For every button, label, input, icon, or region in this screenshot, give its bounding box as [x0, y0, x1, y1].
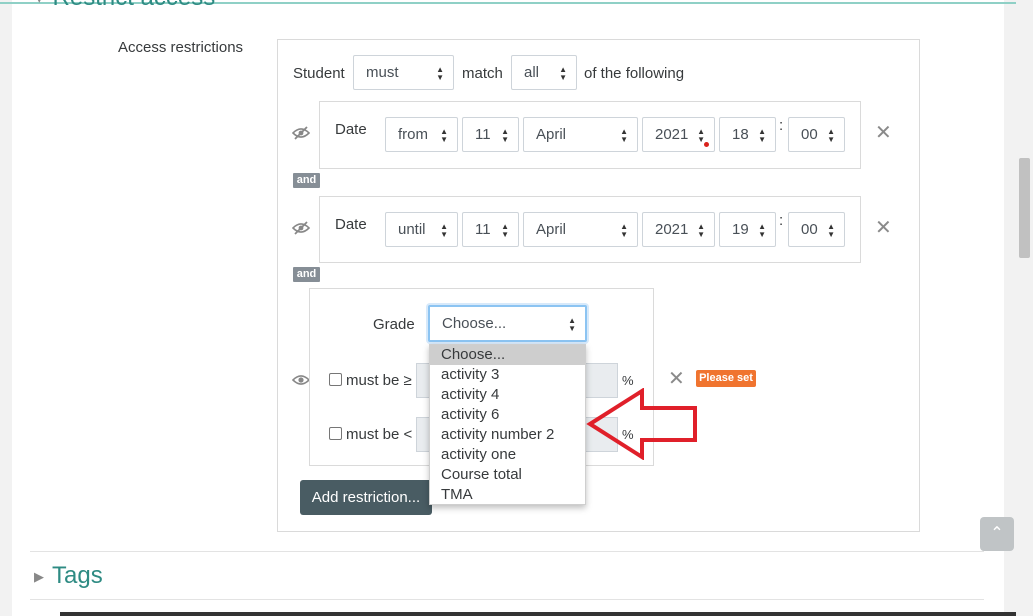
percent-label: %	[622, 373, 634, 388]
condition-type-label: Date	[335, 216, 367, 233]
max-grade-label: must be <	[346, 426, 413, 443]
warning-badge: Please set	[696, 370, 756, 387]
select-value: 18	[732, 126, 749, 143]
date-direction-select[interactable]: from ▲ ▼	[385, 117, 458, 152]
dropdown-option[interactable]: TMA	[430, 485, 585, 505]
match-select[interactable]: all ▲ ▼	[511, 55, 577, 90]
dropdown-option[interactable]: activity one	[430, 445, 585, 465]
min-grade-checkbox[interactable]	[329, 373, 342, 386]
sort-icon: ▲ ▼	[620, 222, 628, 239]
condition-type-label: Date	[335, 121, 367, 138]
divider	[30, 551, 984, 552]
grade-dropdown-list: Choose... activity 3 activity 4 activity…	[429, 344, 586, 505]
sort-icon: ▲ ▼	[697, 127, 705, 144]
select-value: 11	[475, 126, 491, 143]
dropdown-option[interactable]: Choose...	[430, 345, 585, 365]
day-select[interactable]: 11 ▲ ▼	[462, 212, 519, 247]
year-select[interactable]: 2021 ▲ ▼	[642, 212, 715, 247]
select-value: Choose...	[442, 315, 507, 332]
sort-icon: ▲ ▼	[827, 127, 835, 144]
select-value: until	[398, 221, 426, 238]
select-value: 00	[801, 221, 818, 238]
grade-select[interactable]: Choose... ▲ ▼	[428, 305, 587, 342]
bottom-edge	[60, 612, 1016, 616]
dropdown-option[interactable]: activity 3	[430, 365, 585, 385]
and-connector-badge: and	[293, 173, 320, 188]
chevron-right-icon: ▶	[34, 568, 44, 584]
select-value: 2021	[655, 221, 689, 238]
close-icon[interactable]: ✕	[875, 123, 892, 143]
sort-icon: ▲ ▼	[501, 127, 509, 144]
select-value: 00	[801, 126, 818, 143]
scrollbar-track[interactable]	[1016, 0, 1033, 616]
add-restriction-button[interactable]: Add restriction...	[300, 480, 432, 515]
sort-icon: ▲ ▼	[758, 127, 766, 144]
close-icon[interactable]: ✕	[668, 369, 685, 389]
year-select[interactable]: 2021 ▲ ▼	[642, 117, 715, 152]
cursor-marker	[704, 142, 709, 147]
sort-icon: ▲ ▼	[620, 127, 628, 144]
and-connector-badge: and	[293, 267, 320, 282]
of-following-label: of the following	[584, 65, 685, 82]
section-heading-restrict-access[interactable]: ▾ Restrict access	[36, 0, 215, 12]
time-separator: :	[779, 212, 784, 229]
sort-icon: ▲ ▼	[697, 222, 705, 239]
max-grade-checkbox[interactable]	[329, 427, 342, 440]
month-select[interactable]: April ▲ ▼	[523, 117, 638, 152]
annotation-arrow-icon	[586, 388, 697, 460]
dropdown-option[interactable]: activity 6	[430, 405, 585, 425]
dropdown-option[interactable]: activity number 2	[430, 425, 585, 445]
grade-label: Grade	[373, 316, 415, 333]
month-select[interactable]: April ▲ ▼	[523, 212, 638, 247]
date-direction-select[interactable]: until ▲ ▼	[385, 212, 458, 247]
select-value: 11	[475, 221, 491, 238]
divider	[30, 599, 984, 600]
sort-icon: ▲ ▼	[440, 222, 448, 239]
match-select-value: all	[524, 64, 540, 81]
scrollbar-thumb[interactable]	[1019, 158, 1030, 258]
section-title: Restrict access	[53, 0, 216, 11]
must-select-value: must	[366, 64, 399, 81]
section-title: Tags	[52, 562, 103, 589]
select-value: April	[536, 221, 567, 238]
sort-icon: ▲ ▼	[827, 222, 835, 239]
sort-icon: ▲ ▼	[758, 222, 766, 239]
section-heading-tags[interactable]: ▶ Tags	[34, 562, 103, 590]
eye-icon[interactable]	[292, 373, 310, 387]
dropdown-option[interactable]: activity 4	[430, 385, 585, 405]
min-grade-label: must be ≥	[346, 372, 412, 389]
sort-icon: ▲ ▼	[501, 222, 509, 239]
day-select[interactable]: 11 ▲ ▼	[462, 117, 519, 152]
student-label: Student	[293, 65, 345, 82]
time-separator: :	[779, 117, 784, 134]
select-value: from	[398, 126, 428, 143]
hour-select[interactable]: 19 ▲ ▼	[719, 212, 776, 247]
minute-select[interactable]: 00 ▲ ▼	[788, 117, 845, 152]
match-label: match	[462, 65, 503, 82]
back-to-top-button[interactable]: ⌃	[980, 517, 1014, 551]
eye-slash-icon[interactable]	[292, 221, 310, 235]
dropdown-option[interactable]: Course total	[430, 465, 585, 485]
must-select[interactable]: must ▲ ▼	[353, 55, 454, 90]
minute-select[interactable]: 00 ▲ ▼	[788, 212, 845, 247]
eye-slash-icon[interactable]	[292, 126, 310, 140]
close-icon[interactable]: ✕	[875, 218, 892, 238]
hour-select[interactable]: 18 ▲ ▼	[719, 117, 776, 152]
select-value: April	[536, 126, 567, 143]
sort-icon: ▲ ▼	[559, 65, 567, 82]
arrow-up-icon: ⌃	[990, 525, 1004, 542]
chevron-down-icon: ▾	[36, 0, 43, 6]
select-value: 2021	[655, 126, 689, 143]
sort-icon: ▲ ▼	[568, 316, 576, 333]
select-value: 19	[732, 221, 749, 238]
sort-icon: ▲ ▼	[436, 65, 444, 82]
field-label: Access restrictions	[118, 39, 244, 56]
sort-icon: ▲ ▼	[440, 127, 448, 144]
